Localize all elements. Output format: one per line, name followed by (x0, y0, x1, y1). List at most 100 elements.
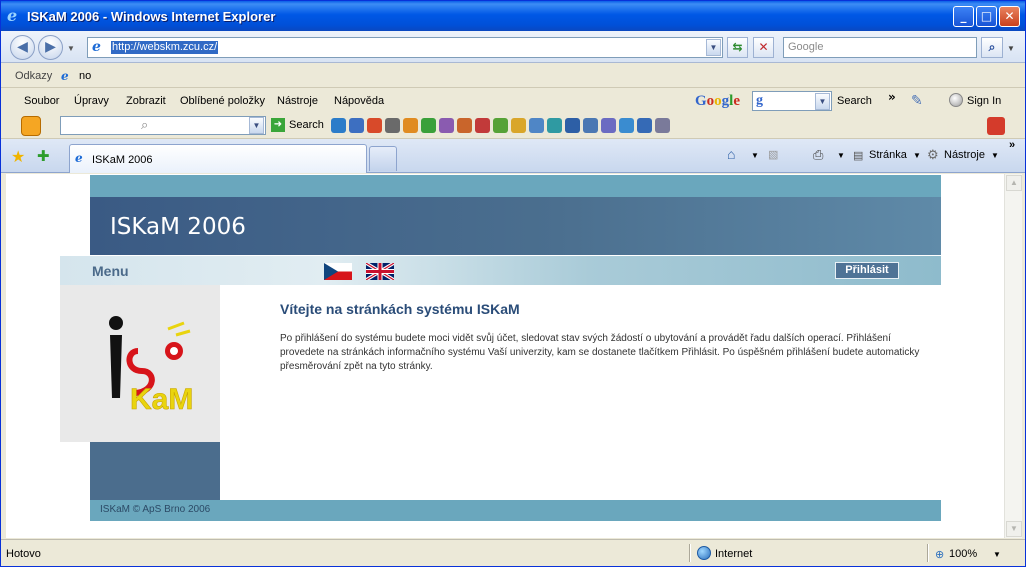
menu-item-nastroje[interactable]: Nástroje (277, 95, 318, 107)
refresh-button[interactable]: ⇆ (727, 37, 748, 58)
add-favorite-icon[interactable]: ✚ (37, 147, 50, 165)
login-button[interactable]: Přihlásit (835, 262, 899, 279)
address-dropdown-button[interactable]: ▼ (706, 39, 721, 56)
toolbar-search-combo[interactable]: ⌕ ▼ (60, 116, 266, 135)
search-go-button[interactable]: ⌕ (981, 37, 1003, 58)
top-strip (90, 175, 941, 197)
stop-button[interactable]: ✕ (753, 37, 774, 58)
tools-menu[interactable]: Nástroje (944, 149, 985, 161)
zoom-dropdown-icon[interactable]: ▼ (993, 550, 1001, 559)
user-icon (949, 93, 963, 107)
security-zone: Internet (715, 548, 753, 560)
save-icon[interactable] (565, 118, 580, 133)
home-dropdown-icon[interactable]: ▼ (751, 151, 759, 160)
back-button[interactable]: ◀ (10, 35, 35, 60)
menu-item-zobrazit[interactable]: Zobrazit (126, 95, 166, 107)
more-commands-chevron[interactable]: » (1009, 139, 1015, 151)
minimize-button[interactable]: _ (953, 6, 974, 27)
help-icon[interactable] (637, 118, 652, 133)
vertical-scrollbar[interactable]: ▲ ▼ (1004, 174, 1022, 538)
globe-icon[interactable] (331, 118, 346, 133)
favorites-star-icon[interactable]: ★ (11, 147, 25, 167)
binoculars-icon[interactable] (385, 118, 400, 133)
address-field[interactable]: e http://webskm.zcu.cz/ ▼ (87, 37, 723, 58)
toolbar-mascot-icon[interactable] (21, 116, 41, 136)
print-dropdown-icon[interactable]: ▼ (837, 151, 845, 160)
iskam-logo: KaM (109, 316, 194, 416)
ie-logo-icon: e (7, 6, 18, 25)
print-icon[interactable]: ⎙ (813, 147, 823, 163)
browser-window: e ISKaM 2006 - Windows Internet Explorer… (0, 0, 1026, 567)
menu-bar: Soubor Úpravy Zobrazit Oblíbené položky … (1, 88, 1025, 113)
scroll-up-button[interactable]: ▲ (1006, 175, 1022, 191)
toolbar-options-icon[interactable] (987, 117, 1005, 135)
page-menu-dropdown-icon[interactable]: ▼ (913, 151, 921, 160)
toolbar-magnifier-icon: ⌕ (141, 117, 149, 132)
menu-item-oblibene[interactable]: Oblíbené položky (180, 95, 265, 107)
tabs-bar: ★ ✚ e ISKaM 2006 ⌂ ▼ ▧ ⎙ ▼ ▤ Stránka ▼ ⚙… (1, 139, 1025, 173)
internet-zone-icon (697, 546, 711, 560)
recycle-icon[interactable] (421, 118, 436, 133)
title-bar: e ISKaM 2006 - Windows Internet Explorer… (1, 1, 1025, 31)
search-options-icon[interactable]: ▼ (1007, 44, 1015, 53)
page-menu[interactable]: Stránka (869, 149, 907, 161)
tab-label: ISKaM 2006 (92, 154, 153, 166)
window-title: ISKaM 2006 - Windows Internet Explorer (27, 9, 276, 24)
windows-icon[interactable] (349, 118, 364, 133)
menu-item-soubor[interactable]: Soubor (24, 95, 59, 107)
page-viewport: ISKaM 2006 Menu Přihlásit KaM Vítejte na… (6, 174, 1004, 538)
print-preview-icon[interactable] (583, 118, 598, 133)
tools-menu-dropdown-icon[interactable]: ▼ (991, 151, 999, 160)
history-dropdown-icon[interactable]: ▼ (67, 44, 75, 53)
search-input[interactable]: Google (783, 37, 977, 58)
site-header: ISKaM 2006 (90, 197, 941, 255)
zoom-icon[interactable] (619, 118, 634, 133)
news-icon[interactable] (475, 118, 490, 133)
toolbar-icon-row (331, 118, 670, 134)
briefcase-icon[interactable] (403, 118, 418, 133)
toolbar-search-button[interactable]: ➜ Search (271, 118, 324, 132)
toolbar-more-chevron[interactable]: » (888, 90, 896, 104)
google-select-dropdown[interactable]: ▼ (815, 93, 830, 110)
back-arrow-icon: ◀ (17, 39, 28, 55)
wrench-icon[interactable]: ✎ (911, 92, 923, 109)
status-bar: Hotovo Internet ⊕ 100% ▼ (1, 539, 1025, 566)
google-g-icon: g (756, 93, 763, 108)
close-button[interactable]: ✕ (999, 6, 1020, 27)
google-search-select[interactable]: g ▼ (752, 91, 832, 111)
puzzle-icon[interactable] (439, 118, 454, 133)
link-no[interactable]: no (79, 70, 91, 82)
home-icon[interactable]: ⌂ (727, 146, 735, 162)
link-ie-icon: e (61, 69, 69, 83)
zoom-level[interactable]: 100% (949, 548, 977, 560)
google-search-button[interactable]: Search (837, 95, 872, 107)
tab-ie-icon: e (75, 151, 83, 165)
scroll-down-button[interactable]: ▼ (1006, 521, 1022, 537)
document-icon[interactable] (511, 118, 526, 133)
footer-text: ISKaM © ApS Brno 2006 (100, 504, 211, 515)
list-icon[interactable] (601, 118, 616, 133)
czech-flag-icon[interactable] (324, 263, 352, 280)
lifebuoy-icon[interactable] (367, 118, 382, 133)
tools-icon[interactable] (457, 118, 472, 133)
forward-button[interactable]: ▶ (38, 35, 63, 60)
new-tab-button[interactable] (369, 146, 397, 171)
page-ie-icon: e (92, 39, 101, 55)
maximize-button[interactable]: □ (976, 6, 997, 27)
addon-toolbar: ⌕ ▼ ➜ Search (1, 113, 1025, 139)
magnifier-icon: ⌕ (988, 40, 996, 54)
tab-iskam[interactable]: e ISKaM 2006 (69, 144, 367, 173)
media-icon[interactable] (547, 118, 562, 133)
feeds-icon[interactable]: ▧ (768, 148, 778, 161)
page-icon[interactable] (529, 118, 544, 133)
menu-item-upravy[interactable]: Úpravy (74, 95, 109, 107)
links-label: Odkazy (15, 70, 53, 82)
address-url[interactable]: http://webskm.zcu.cz/ (111, 41, 219, 54)
settings-gear-icon[interactable] (655, 118, 670, 133)
menu-item-napoveda[interactable]: Nápověda (334, 95, 384, 107)
toolbar-combo-dropdown[interactable]: ▼ (249, 117, 264, 134)
zoom-icon-status: ⊕ (935, 549, 945, 561)
forward-arrow-icon: ▶ (45, 39, 56, 55)
uk-flag-icon[interactable] (366, 263, 394, 280)
bookmark-icon[interactable] (493, 118, 508, 133)
